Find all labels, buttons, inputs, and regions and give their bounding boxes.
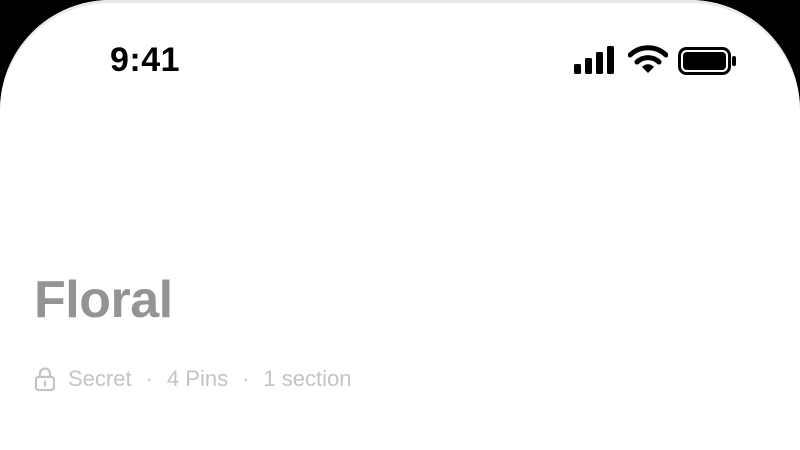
board-section-count: 1 section: [263, 366, 352, 391]
board-meta: Secret · 4 Pins · 1 section: [34, 360, 351, 398]
meta-separator: ·: [145, 366, 153, 391]
cellular-signal-icon: [574, 46, 614, 74]
wifi-icon: [628, 45, 668, 73]
status-bar: 9:41: [0, 0, 800, 110]
battery-icon: [678, 47, 736, 75]
board-title: Floral: [34, 271, 173, 329]
status-time: 9:41: [110, 41, 181, 79]
board-privacy-label: Secret: [68, 366, 132, 391]
lock-icon: [34, 367, 56, 392]
status-icons: [572, 44, 738, 76]
phone-screen: 9:41 Floral Secret · 4 Pins · 1 section: [0, 0, 800, 450]
meta-separator: ·: [242, 366, 250, 391]
board-pin-count: 4 Pins: [166, 366, 229, 391]
board-header: Floral Secret · 4 Pins · 1 section: [34, 262, 774, 392]
